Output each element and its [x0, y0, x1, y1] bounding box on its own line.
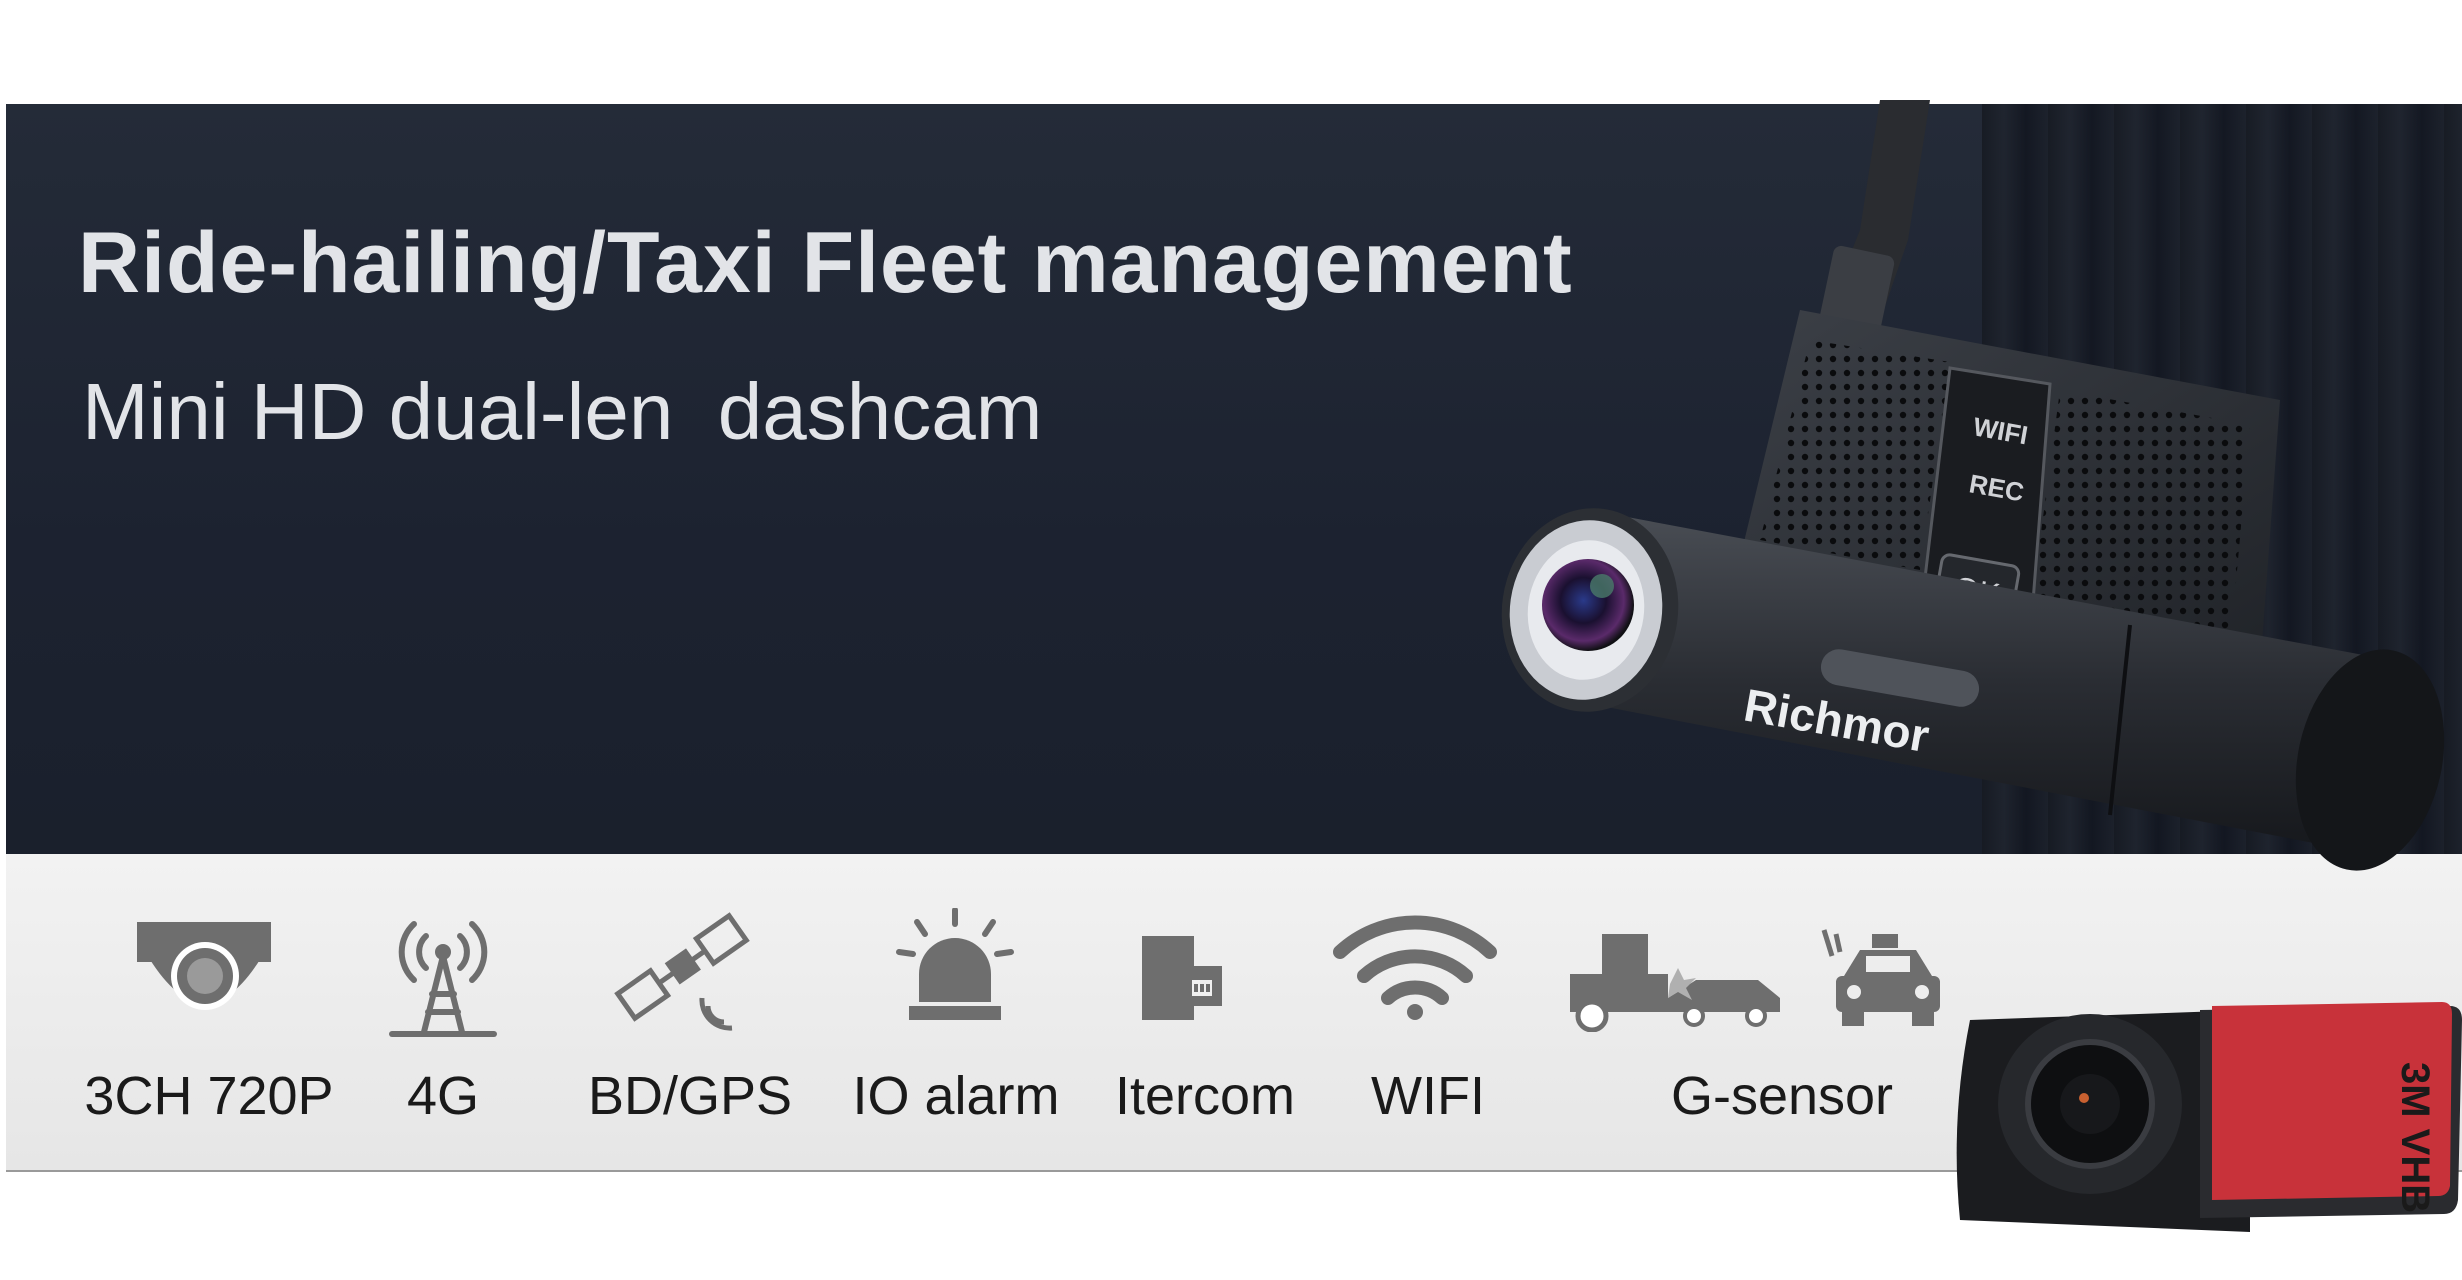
wifi-icon [1333, 915, 1497, 1020]
feature-label-io-alarm: IO alarm [852, 1066, 1060, 1126]
satellite-icon [614, 912, 750, 1031]
sim-card-icon [1142, 936, 1222, 1020]
alarm-light-icon [896, 908, 1014, 1020]
tape-sticker-label: 3M VHB [2393, 1062, 2437, 1213]
camera-icon [137, 922, 271, 1010]
mini-camera-image: 3M VHB [1956, 1002, 2462, 1232]
feature-label-gps: BD/GPS [587, 1066, 793, 1126]
subline: Mini HD dual-len dashcam [82, 367, 1043, 456]
feature-label-4g: 4G [406, 1066, 480, 1126]
signal-tower-icon [389, 921, 497, 1037]
feature-label-intercom: Itercom [1114, 1066, 1296, 1126]
feature-label-3ch: 3CH 720P [84, 1066, 334, 1126]
feature-label-g-sensor: G-sensor [1670, 1066, 1894, 1126]
headline: Ride-hailing/Taxi Fleet management [78, 215, 1573, 311]
dashcam-product-image: WIFI REC OK Richmor [1501, 100, 2445, 871]
feature-label-wifi: WIFI [1371, 1066, 1485, 1126]
